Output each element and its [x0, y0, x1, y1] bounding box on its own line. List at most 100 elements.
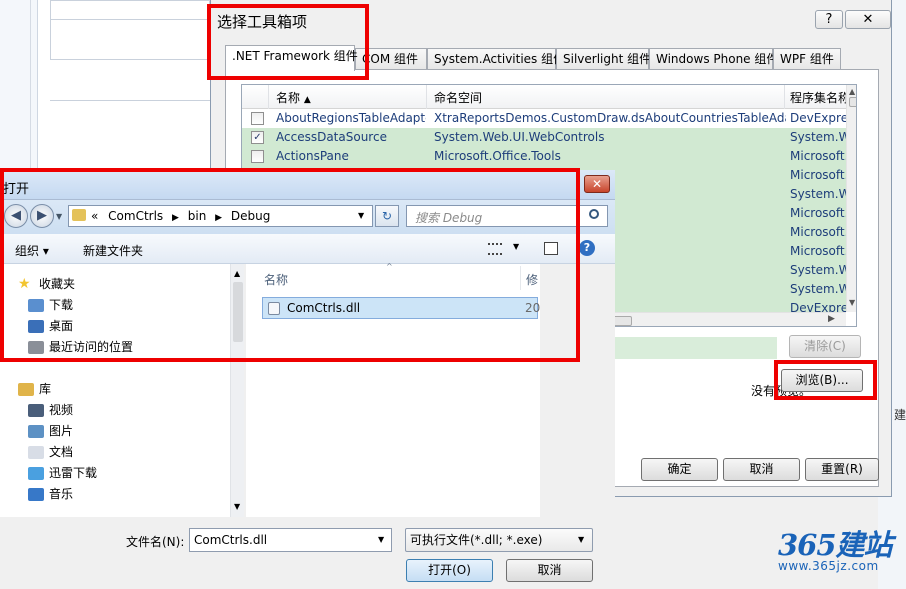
tab-windows-phone[interactable]: Windows Phone 组件 [649, 48, 778, 70]
help-icon[interactable]: ? [579, 240, 595, 256]
nav-item[interactable]: 下载 [28, 296, 73, 313]
tab-net-framework[interactable]: .NET Framework 组件 [225, 45, 358, 71]
picture-icon [28, 425, 44, 438]
scroll-right-icon[interactable]: ▶ [828, 314, 835, 324]
column-namespace[interactable]: 命名空间 [434, 89, 482, 106]
open-cancel-button[interactable]: 取消 [506, 559, 593, 582]
file-name: ComCtrls.dll [287, 301, 361, 315]
background-panel-header [50, 0, 210, 20]
filename-dropdown-icon[interactable]: ▼ [378, 529, 384, 551]
nav-scroll-up-icon[interactable]: ▲ [234, 269, 240, 278]
file-column-name[interactable]: 名称 [264, 271, 288, 288]
row-assembly: System.Web [790, 282, 850, 296]
open-dialog-close-button[interactable]: ✕ [584, 175, 610, 193]
component-tabs: .NET Framework 组件 COM 组件 System.Activiti… [225, 45, 851, 71]
file-list[interactable]: ^ 名称 修 ComCtrls.dll 20 [246, 262, 540, 517]
dialog-title: 选择工具箱项 [217, 13, 308, 31]
cancel-button[interactable]: 取消 [723, 458, 800, 481]
filetype-dropdown-icon[interactable]: ▼ [578, 529, 584, 551]
row-name: AboutRegionsTableAdapter [276, 111, 426, 125]
row-assembly: System.Web [790, 263, 850, 277]
list-row[interactable]: AboutRegionsTableAdapter XtraReportsDemos… [242, 109, 850, 128]
nav-item[interactable]: 视频 [28, 401, 73, 418]
nav-item[interactable]: 库 [18, 380, 51, 397]
open-file-dialog: 打开 ✕ ◀ ▶ ▼ « ComCtrls ▶ bin ▶ Debug ▼ ↻ … [0, 170, 615, 589]
reset-button[interactable]: 重置(R) [805, 458, 879, 481]
open-button[interactable]: 打开(O) [406, 559, 493, 582]
breadcrumb-comctrls[interactable]: ComCtrls [108, 209, 163, 223]
navigation-pane-scrollbar[interactable]: ▲ ▼ [230, 264, 244, 517]
sort-ascending-icon: ▲ [303, 95, 311, 105]
nav-scroll-thumb[interactable] [233, 282, 243, 342]
ok-button[interactable]: 确定 [641, 458, 718, 481]
breadcrumb-overflow[interactable]: « [91, 209, 98, 223]
view-options-icon[interactable] [488, 243, 502, 255]
nav-item[interactable]: 文档 [28, 443, 73, 460]
row-name: ActionsPane [276, 149, 349, 163]
preview-pane [540, 264, 615, 517]
nav-item[interactable]: 迅雷下载 [28, 464, 97, 481]
nav-item[interactable]: 桌面 [28, 317, 73, 334]
tab-system-activities[interactable]: System.Activities 组件 [427, 48, 565, 70]
nav-item[interactable]: 音乐 [28, 485, 73, 502]
nav-item[interactable]: 图片 [28, 422, 73, 439]
nav-item-label: 图片 [49, 424, 74, 438]
new-folder-button[interactable]: 新建文件夹 [83, 242, 143, 259]
breadcrumb-debug[interactable]: Debug [231, 209, 270, 223]
row-assembly: DevExpress [790, 111, 850, 125]
scroll-up-icon[interactable]: ▲ [849, 87, 855, 96]
organize-menu[interactable]: 组织 ▾ [15, 242, 49, 259]
list-row[interactable]: ActionsPane Microsoft.Office.Tools Microso… [242, 147, 848, 166]
nav-item-label: 视频 [49, 403, 74, 417]
list-header: 名称 ▲ 命名空间 程序集名称 [242, 85, 848, 109]
view-dropdown-icon[interactable]: ▼ [513, 242, 519, 251]
address-bar[interactable]: « ComCtrls ▶ bin ▶ Debug ▼ [68, 205, 373, 227]
document-icon [28, 446, 44, 459]
scroll-thumb[interactable] [849, 97, 856, 107]
tab-com[interactable]: COM 组件 [355, 48, 427, 70]
column-assembly[interactable]: 程序集名称 [790, 89, 848, 106]
command-bar: 组织 ▾ 新建文件夹 ▼ ? [0, 234, 615, 264]
row-name: AccessDataSource [276, 130, 387, 144]
browse-button[interactable]: 浏览(B)... [781, 369, 863, 392]
row-assembly: System.Web [790, 187, 850, 201]
back-icon[interactable]: ◀ [4, 204, 28, 228]
nav-item[interactable]: ★ 收藏夹 [18, 275, 75, 292]
file-column-modified[interactable]: 修 [526, 271, 538, 288]
clear-button[interactable]: 清除(C) [789, 335, 861, 358]
preview-pane-icon[interactable] [544, 242, 558, 255]
scroll-down-icon[interactable]: ▼ [849, 298, 855, 307]
nav-item-label: 文档 [49, 445, 74, 459]
tab-silverlight[interactable]: Silverlight 组件 [556, 48, 651, 70]
breadcrumb-bin[interactable]: bin [188, 209, 207, 223]
list-vertical-scrollbar[interactable]: ▲ ▼ [846, 85, 856, 312]
filetype-select[interactable]: 可执行文件(*.dll; *.exe) ▼ [405, 528, 593, 552]
nav-scroll-down-icon[interactable]: ▼ [234, 502, 240, 511]
row-assembly: System.Web [790, 130, 850, 144]
nav-item[interactable]: 最近访问的位置 [28, 338, 133, 355]
row-checkbox[interactable] [251, 112, 264, 125]
nav-item-label: 音乐 [49, 487, 74, 501]
row-checkbox[interactable]: ✓ [251, 131, 264, 144]
sort-indicator-icon: ^ [386, 262, 393, 271]
filename-input[interactable]: ComCtrls.dll ▼ [189, 528, 392, 552]
history-dropdown-icon[interactable]: ▼ [56, 212, 62, 221]
music-icon [28, 488, 44, 501]
help-button[interactable]: ? [815, 10, 843, 29]
search-icon[interactable] [589, 209, 599, 219]
address-dropdown-icon[interactable]: ▼ [358, 211, 364, 220]
nav-item-label: 最近访问的位置 [49, 340, 134, 354]
row-checkbox[interactable] [251, 150, 264, 163]
nav-item-label: 库 [39, 382, 52, 396]
forward-icon[interactable]: ▶ [30, 204, 54, 228]
search-input[interactable]: 搜索 Debug [406, 205, 608, 227]
column-name[interactable]: 名称 ▲ [276, 89, 311, 106]
close-button[interactable]: ✕ [845, 10, 891, 29]
file-row-comctrls[interactable]: ComCtrls.dll 20 [262, 297, 540, 319]
refresh-icon[interactable]: ↻ [375, 205, 399, 227]
nav-item-label: 下载 [49, 298, 74, 312]
nav-item-label: 收藏夹 [39, 277, 76, 291]
tab-wpf[interactable]: WPF 组件 [773, 48, 841, 70]
background-line [50, 100, 210, 101]
list-row[interactable]: ✓ AccessDataSource System.Web.UI.WebContro… [242, 128, 850, 147]
